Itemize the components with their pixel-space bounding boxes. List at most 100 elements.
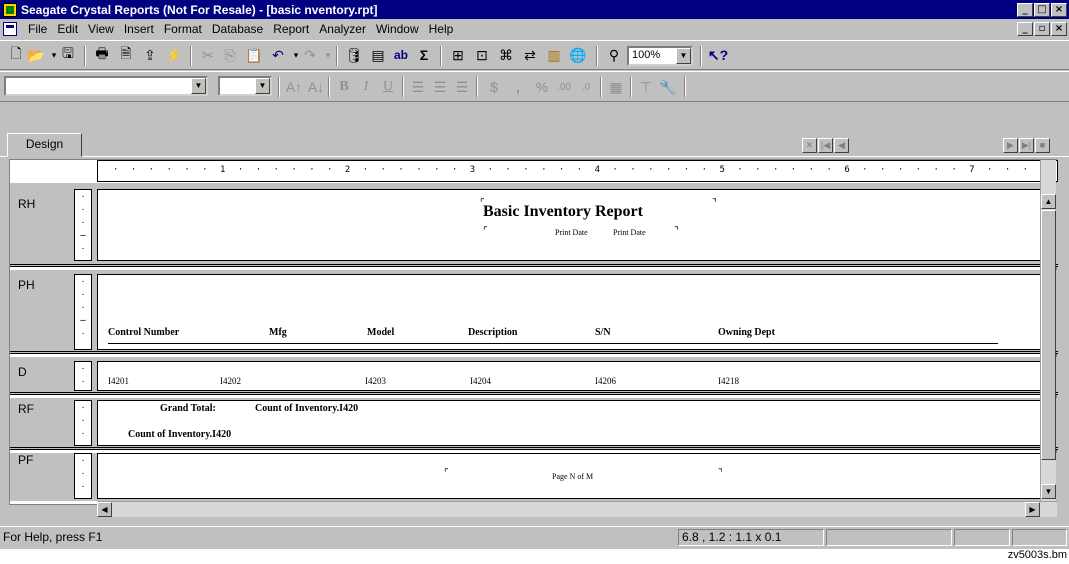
- detail-field-i4204[interactable]: I4204: [470, 376, 491, 386]
- header-control-number[interactable]: Control Number: [108, 327, 179, 338]
- help-pointer-icon[interactable]: ↖?: [708, 44, 728, 66]
- menu-insert[interactable]: Insert: [119, 22, 159, 36]
- section-label-pf[interactable]: PF: [18, 453, 33, 467]
- chevron-down-icon[interactable]: ▼: [191, 78, 206, 94]
- report-header-canvas[interactable]: Basic Inventory Report ⌜ ⌝ Print Date Pr…: [97, 189, 1041, 261]
- page-footer-canvas[interactable]: ⌜ Page N of M ⌝: [97, 453, 1041, 499]
- increase-font-icon[interactable]: A↑: [284, 76, 304, 98]
- menu-report[interactable]: Report: [268, 22, 314, 36]
- horizontal-scrollbar[interactable]: ◀ ▶: [97, 501, 1057, 517]
- thousands-separator-icon[interactable]: ,: [508, 76, 528, 98]
- print-preview-icon[interactable]: 🗎: [116, 44, 136, 66]
- section-gutter[interactable]: · · ·: [74, 400, 92, 446]
- close-button[interactable]: ×: [1051, 3, 1067, 17]
- count-inventory-field[interactable]: Count of Inventory.I420: [128, 429, 231, 440]
- insert-text-object-icon[interactable]: ▤: [368, 44, 388, 66]
- italic-icon[interactable]: I: [356, 76, 376, 98]
- menu-database[interactable]: Database: [207, 22, 268, 36]
- copy-icon[interactable]: ⎘: [220, 44, 240, 66]
- cut-icon[interactable]: ✂: [198, 44, 218, 66]
- detail-field-i4218[interactable]: I4218: [718, 376, 739, 386]
- scroll-down-icon[interactable]: ▼: [1041, 484, 1056, 499]
- section-label-ph[interactable]: PH: [18, 278, 35, 292]
- print-icon[interactable]: 🖶: [92, 44, 112, 66]
- page-header-canvas[interactable]: Control Number Mfg Model Description S/N…: [97, 274, 1041, 350]
- decrease-decimals-icon[interactable]: .0: [576, 76, 596, 98]
- scroll-right-icon[interactable]: ▶: [1025, 502, 1040, 517]
- stop-icon[interactable]: ■: [1035, 138, 1050, 153]
- font-size-select[interactable]: ▼: [218, 76, 272, 96]
- header-serial-number[interactable]: S/N: [595, 327, 611, 338]
- section-label-d[interactable]: D: [18, 365, 27, 379]
- decrease-font-icon[interactable]: A↓: [306, 76, 326, 98]
- bold-icon[interactable]: B: [334, 76, 354, 98]
- document-icon[interactable]: [3, 22, 17, 36]
- section-gutter[interactable]: · · · – ·: [74, 189, 92, 261]
- align-left-icon[interactable]: ☰: [408, 76, 428, 98]
- page-n-of-m-field[interactable]: Page N of M: [552, 472, 593, 481]
- maximize-button[interactable]: □: [1034, 3, 1050, 17]
- crystal-reports-app-icon[interactable]: [3, 2, 17, 17]
- insert-chart-icon[interactable]: ▥: [544, 44, 564, 66]
- menu-analyzer[interactable]: Analyzer: [314, 22, 371, 36]
- detail-field-i4203[interactable]: I4203: [365, 376, 386, 386]
- close-view-icon[interactable]: ✕: [802, 138, 817, 153]
- header-owning-dept[interactable]: Owning Dept: [718, 327, 775, 338]
- header-model[interactable]: Model: [367, 327, 394, 338]
- align-right-icon[interactable]: ☰: [452, 76, 472, 98]
- doc-restore-button[interactable]: ▫: [1034, 22, 1050, 36]
- scroll-left-icon[interactable]: ◀: [97, 502, 112, 517]
- align-center-icon[interactable]: ☰: [430, 76, 450, 98]
- doc-close-button[interactable]: ×: [1051, 22, 1067, 36]
- font-name-select[interactable]: ▼: [4, 76, 208, 96]
- insert-database-field-icon[interactable]: 🛢: [344, 44, 364, 66]
- menu-edit[interactable]: Edit: [52, 22, 83, 36]
- menu-format[interactable]: Format: [159, 22, 207, 36]
- insert-subreport-icon[interactable]: ⊡: [472, 44, 492, 66]
- currency-icon[interactable]: $: [484, 76, 504, 98]
- increase-decimals-icon[interactable]: .00: [554, 76, 574, 98]
- menu-help[interactable]: Help: [424, 22, 459, 36]
- insert-summary-icon[interactable]: Σ: [414, 44, 434, 66]
- new-document-icon[interactable]: 🗋: [6, 44, 26, 66]
- last-page-icon[interactable]: ▶|: [1019, 138, 1034, 153]
- undo-icon[interactable]: ↶: [268, 44, 288, 66]
- zoom-select[interactable]: 100% ▼: [627, 46, 693, 66]
- section-gutter[interactable]: · · ·: [74, 453, 92, 499]
- size-grip[interactable]: [1012, 529, 1067, 546]
- print-date-label[interactable]: Print Date: [555, 228, 588, 237]
- underline-icon[interactable]: U: [378, 76, 398, 98]
- chevron-down-icon[interactable]: ▼: [255, 78, 270, 94]
- menu-view[interactable]: View: [83, 22, 119, 36]
- search-binoculars-icon[interactable]: ⚲: [604, 44, 624, 66]
- report-title-field[interactable]: Basic Inventory Report: [483, 203, 643, 221]
- tab-design[interactable]: Design: [7, 133, 82, 157]
- chevron-down-icon[interactable]: ▼: [676, 48, 691, 64]
- details-canvas[interactable]: I4201 I4202 I4203 I4204 I4206 I4218: [97, 361, 1041, 391]
- lock-format-icon[interactable]: ⊤: [636, 76, 656, 98]
- previous-page-icon[interactable]: ◀: [834, 138, 849, 153]
- insert-ab-text-icon[interactable]: ab: [388, 44, 414, 66]
- minimize-button[interactable]: _: [1017, 3, 1033, 17]
- insert-group-icon[interactable]: ⊞: [448, 44, 468, 66]
- redo-dropdown-icon[interactable]: ▾: [318, 44, 338, 66]
- open-folder-icon[interactable]: 📂: [26, 44, 46, 66]
- grand-total-field[interactable]: Count of Inventory.I420: [255, 403, 358, 414]
- print-date-field[interactable]: Print Date: [613, 228, 646, 237]
- next-page-icon[interactable]: ▶: [1003, 138, 1018, 153]
- export-icon[interactable]: ⇪: [140, 44, 160, 66]
- percent-icon[interactable]: %: [532, 76, 552, 98]
- doc-minimize-button[interactable]: _: [1017, 22, 1033, 36]
- report-footer-canvas[interactable]: Grand Total: Count of Inventory.I420 Cou…: [97, 400, 1041, 446]
- scroll-up-icon[interactable]: ▲: [1041, 194, 1056, 209]
- detail-field-i4201[interactable]: I4201: [108, 376, 129, 386]
- header-description[interactable]: Description: [468, 327, 517, 338]
- section-gutter[interactable]: · ·: [74, 361, 92, 391]
- vertical-scrollbar[interactable]: ▲ ▼: [1040, 160, 1056, 506]
- refresh-data-icon[interactable]: ⚡: [164, 44, 184, 66]
- paste-icon[interactable]: 📋: [244, 44, 264, 66]
- section-label-rh[interactable]: RH: [18, 197, 35, 211]
- grand-total-label[interactable]: Grand Total:: [160, 403, 216, 414]
- save-icon[interactable]: 🖫: [58, 44, 78, 66]
- first-page-icon[interactable]: |◀: [818, 138, 833, 153]
